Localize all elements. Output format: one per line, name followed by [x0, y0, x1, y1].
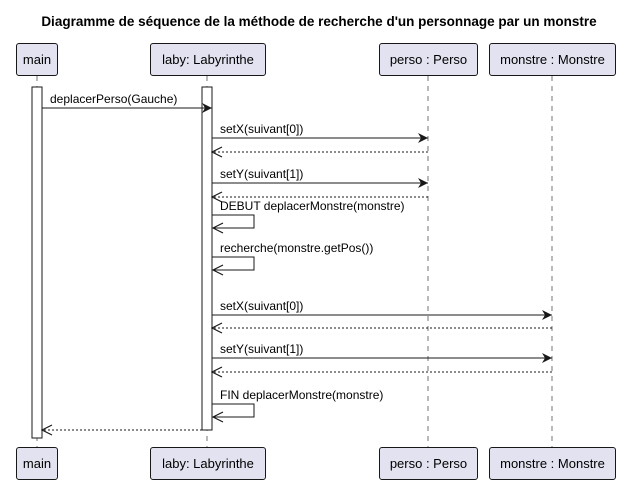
message-11: FIN deplacerMonstre(monstre) — [212, 388, 383, 417]
message-9-label: setY(suivant[1]) — [220, 342, 303, 356]
activation-laby — [201, 86, 213, 431]
message-1-label: setX(suivant[0]) — [220, 122, 303, 136]
participant-laby-bottom: laby: Labyrinthe — [150, 447, 266, 480]
message-0: deplacerPerso(Gauche) — [42, 92, 212, 113]
message-6: recherche(monstre.getPos()) — [212, 241, 373, 270]
participant-main-bottom: main — [16, 447, 58, 480]
message-6-arrow — [212, 256, 255, 270]
message-9: setY(suivant[1]) — [212, 342, 552, 363]
activation-main — [31, 86, 43, 439]
message-6-label: recherche(monstre.getPos()) — [220, 241, 373, 255]
message-3-label: setY(suivant[1]) — [220, 167, 303, 181]
message-5-label: DEBUT deplacerMonstre(monstre) — [220, 199, 405, 213]
message-1: setX(suivant[0]) — [212, 122, 428, 143]
message-5: DEBUT deplacerMonstre(monstre) — [212, 199, 405, 228]
message-11-arrow — [212, 403, 255, 417]
participant-perso-bottom: perso : Perso — [379, 447, 478, 480]
participant-monstre-bottom: monstre : Monstre — [489, 447, 616, 480]
message-7-label: setX(suivant[0]) — [220, 299, 303, 313]
participant-laby-top: laby: Labyrinthe — [150, 43, 266, 76]
participant-main-top: main — [16, 43, 58, 76]
message-0-label: deplacerPerso(Gauche) — [50, 92, 177, 106]
message-7: setX(suivant[0]) — [212, 299, 552, 320]
participant-monstre-top: monstre : Monstre — [489, 43, 616, 76]
message-5-arrow — [212, 214, 255, 228]
message-11-label: FIN deplacerMonstre(monstre) — [220, 388, 383, 402]
message-3: setY(suivant[1]) — [212, 167, 428, 188]
participant-perso-top: perso : Perso — [379, 43, 478, 76]
